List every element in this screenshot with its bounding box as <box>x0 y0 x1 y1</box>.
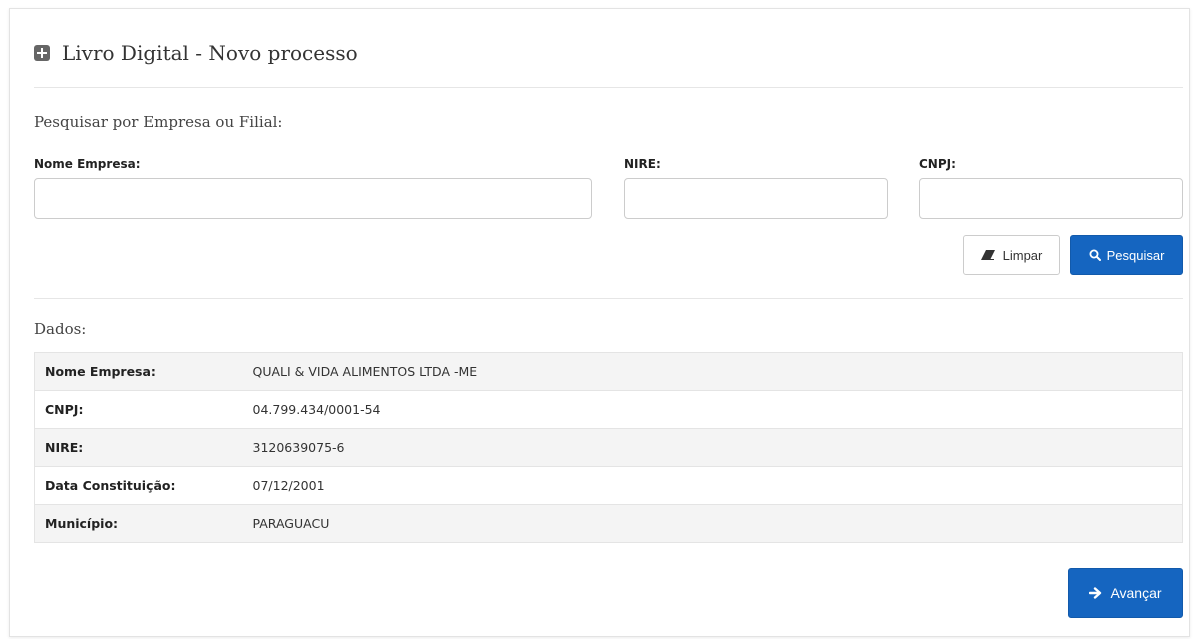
row-label: CNPJ: <box>34 390 243 429</box>
row-label: Data Constituição: <box>34 466 243 505</box>
search-section-title: Pesquisar por Empresa ou Filial: <box>34 113 283 131</box>
search-icon <box>1089 249 1101 261</box>
plus-square-icon <box>34 45 50 61</box>
table-row: NIRE: 3120639075-6 <box>34 428 1183 467</box>
table-row: CNPJ: 04.799.434/0001-54 <box>34 390 1183 429</box>
row-value: 3120639075-6 <box>242 428 1183 467</box>
cnpj-label: CNPJ: <box>919 157 956 171</box>
clear-button-label: Limpar <box>1002 247 1043 263</box>
nire-label: NIRE: <box>624 157 661 171</box>
search-button[interactable]: Pesquisar <box>1070 235 1183 275</box>
page-title: Livro Digital - Novo processo <box>62 41 358 65</box>
table-row: Nome Empresa: QUALI & VIDA ALIMENTOS LTD… <box>34 352 1183 391</box>
row-value: QUALI & VIDA ALIMENTOS LTDA -ME <box>242 352 1183 391</box>
row-value: 04.799.434/0001-54 <box>242 390 1183 429</box>
dados-section-title: Dados: <box>34 320 87 338</box>
nire-input[interactable] <box>624 178 888 219</box>
table-row: Data Constituição: 07/12/2001 <box>34 466 1183 505</box>
nome-empresa-label: Nome Empresa: <box>34 157 141 171</box>
row-value: 07/12/2001 <box>242 466 1183 505</box>
search-button-label: Pesquisar <box>1106 247 1165 263</box>
row-label: Município: <box>34 504 243 543</box>
dados-table: Nome Empresa: QUALI & VIDA ALIMENTOS LTD… <box>34 352 1183 543</box>
cnpj-input[interactable] <box>919 178 1183 219</box>
eraser-icon <box>980 250 995 260</box>
main-panel: Livro Digital - Novo processo Pesquisar … <box>9 8 1190 637</box>
header-divider <box>34 87 1183 88</box>
page-header: Livro Digital - Novo processo <box>34 41 358 65</box>
next-button[interactable]: Avançar <box>1068 568 1183 618</box>
row-value: PARAGUACU <box>242 504 1183 543</box>
row-label: Nome Empresa: <box>34 352 243 391</box>
arrow-right-icon <box>1089 587 1102 599</box>
row-label: NIRE: <box>34 428 243 467</box>
clear-button[interactable]: Limpar <box>963 235 1060 275</box>
nome-empresa-input[interactable] <box>34 178 592 219</box>
table-row: Município: PARAGUACU <box>34 504 1183 543</box>
search-divider <box>34 298 1183 299</box>
next-button-label: Avançar <box>1110 585 1162 601</box>
